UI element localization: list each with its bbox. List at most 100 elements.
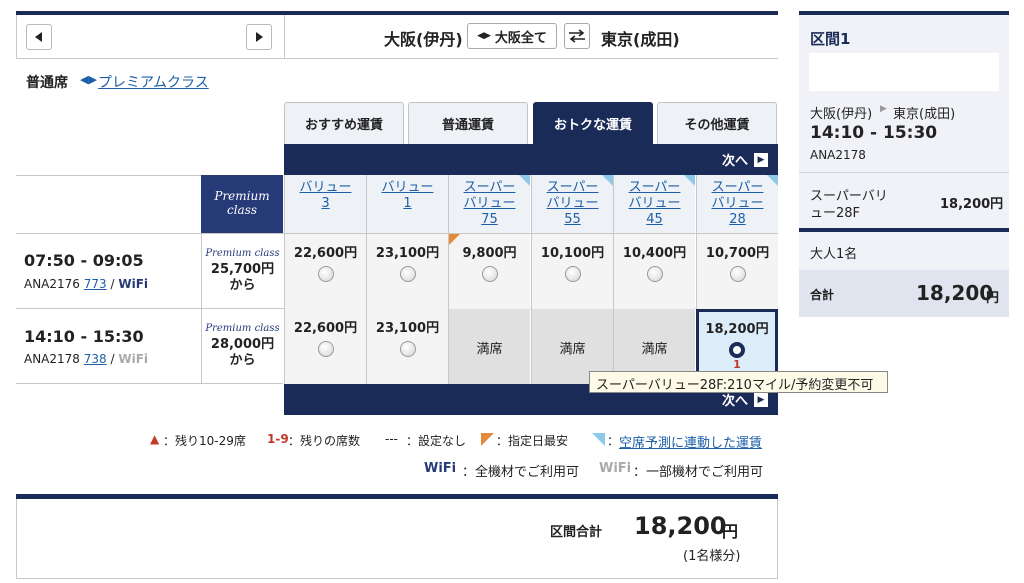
wifi-some-icon: WiFi (118, 352, 149, 366)
premium-price-cell[interactable]: Premium class 25,700円 から (201, 234, 283, 309)
premium-logo: Premium class (205, 248, 280, 259)
fare-header-line2: 3 (321, 196, 330, 211)
route-arrow-icon: ▶ (880, 104, 887, 114)
swap-route-button[interactable] (564, 23, 590, 49)
fare-price: 23,100円 (375, 321, 440, 336)
flight-info: ANA2178 738 / WiFi (24, 352, 149, 366)
next-label[interactable]: 次へ (722, 150, 748, 169)
next-arrow-icon[interactable]: ▶ (754, 152, 768, 167)
fare-cell[interactable]: 22,600円 (284, 234, 366, 309)
summary-pax: 大人1名 (810, 247, 858, 262)
fare-price: 18,200円 (705, 322, 769, 337)
fare-cell[interactable]: 23,100円 (366, 309, 448, 384)
summary-total-amount: 18,200 (916, 281, 994, 305)
tab-discount[interactable]: おトクな運賃 (533, 102, 653, 144)
legend-dynamic-link[interactable]: 空席予測に連動した運賃 (619, 432, 762, 451)
summary-band (799, 228, 1009, 232)
next-bar-top: 次へ ▶ (284, 144, 778, 175)
flight-number: ANA2178 (24, 352, 80, 366)
dynamic-fare-marker-icon (602, 175, 613, 186)
fare-radio[interactable] (317, 266, 334, 282)
summary-destination: 東京(成田) (893, 107, 956, 122)
fare-cell[interactable]: 9,800円 (448, 234, 530, 309)
seats-remaining: 1 (733, 358, 741, 371)
fare-header-super75[interactable]: スーパー バリュー 75 (448, 175, 530, 233)
summary-time: 14:10 - 15:30 (810, 123, 938, 143)
fare-price: 10,400円 (622, 246, 687, 261)
fare-radio[interactable] (399, 266, 416, 282)
fare-cell[interactable]: 10,100円 (531, 234, 613, 309)
premium-from: から (229, 278, 256, 293)
summary-fare-price: 18,200円 (940, 197, 1004, 212)
fare-price: 10,100円 (540, 246, 605, 261)
tab-recommended[interactable]: おすすめ運賃 (284, 102, 404, 144)
premium-header-line2: class (226, 203, 258, 217)
summary-blank (809, 53, 999, 91)
fare-header-super28[interactable]: スーパー バリュー 28 (696, 175, 778, 233)
fare-header-line1: バリュー (381, 180, 434, 195)
legend-remaining: ：残り10-29席 (163, 434, 246, 448)
fare-header-super55[interactable]: スーパー バリュー 55 (531, 175, 613, 233)
cheapest-marker-icon (449, 234, 460, 245)
fare-header-line1: スーパー (711, 180, 764, 195)
fare-radio[interactable] (481, 266, 498, 282)
fare-header-super45[interactable]: スーパー バリュー 45 (613, 175, 695, 233)
chevron-right-icon (256, 32, 263, 42)
fare-price: 22,600円 (293, 246, 358, 261)
fare-radio[interactable] (399, 341, 416, 357)
fare-cell[interactable]: 23,100円 (366, 234, 448, 309)
dynamic-fare-marker-icon (767, 175, 778, 186)
fare-radio[interactable] (646, 266, 663, 282)
fare-header-line3: 45 (646, 212, 663, 227)
left-right-arrows-icon: ◀▶ (477, 31, 491, 41)
fare-radio[interactable] (317, 341, 334, 357)
fare-header-value3[interactable]: バリュー 3 (284, 175, 366, 233)
fare-header-line2: 1 (403, 196, 412, 211)
aircraft-link[interactable]: 773 (84, 277, 107, 291)
legend-cheapest: ：指定日最安 (496, 434, 569, 448)
legend-count: ：残りの席数 (288, 434, 361, 448)
total-unit: 円 (722, 522, 739, 541)
aircraft-link[interactable]: 738 (84, 352, 107, 366)
fare-cell-full: 満席 (448, 309, 530, 384)
legend-colon: ： (607, 434, 620, 448)
fare-price: 10,700円 (705, 246, 770, 261)
summary-fare-name-2: ュー28F (810, 206, 861, 221)
total-amount: 18,200 (634, 512, 727, 540)
fare-cell[interactable]: 22,600円 (284, 309, 366, 384)
fare-header-value1[interactable]: バリュー 1 (366, 175, 448, 233)
fare-header-line2: バリュー (711, 196, 764, 211)
next-date-button[interactable] (246, 24, 272, 50)
wifi-all-legend-icon: WiFi (424, 461, 457, 476)
fare-header-line1: スーパー (628, 180, 681, 195)
tab-normal[interactable]: 普通運賃 (408, 102, 528, 144)
fare-price: 22,600円 (293, 321, 358, 336)
origin-city: 大阪(伊丹) (384, 30, 463, 49)
legend-none-key: --- (385, 432, 398, 446)
fare-radio[interactable] (564, 266, 581, 282)
summary-divider (799, 172, 1009, 173)
all-airports-button[interactable]: ◀▶ 大阪全て (467, 23, 557, 49)
premium-price: 25,700円 (210, 262, 275, 277)
fare-cell[interactable]: 10,400円 (613, 234, 695, 309)
premium-price: 28,000円 (210, 337, 275, 352)
fare-header-line3: 28 (729, 212, 746, 227)
flight-info: ANA2176 773 / WiFi (24, 277, 149, 291)
legend-wifi-all: ：全機材でご利用可 (462, 465, 580, 480)
flight-number: ANA2176 (24, 277, 80, 291)
fare-header-line2: バリュー (628, 196, 681, 211)
premium-cabin-link[interactable]: プレミアムクラス (98, 72, 209, 92)
next-arrow-icon[interactable]: ▶ (754, 392, 768, 407)
summary-title: 区間1 (810, 30, 851, 48)
tab-other[interactable]: その他運賃 (657, 102, 777, 144)
premium-price-cell[interactable]: Premium class 28,000円 から (201, 309, 283, 384)
dynamic-fare-marker-icon (684, 175, 695, 186)
remaining-triangle-icon: ▲ (150, 432, 160, 446)
prev-date-button[interactable] (26, 24, 52, 50)
fare-price: 23,100円 (375, 246, 440, 261)
fare-radio[interactable] (729, 266, 746, 282)
flight-time: 14:10 - 15:30 (24, 327, 144, 346)
fare-cell[interactable]: 10,700円 (696, 234, 778, 309)
dynamic-legend-icon (592, 433, 605, 446)
fare-radio-selected[interactable] (729, 342, 745, 358)
